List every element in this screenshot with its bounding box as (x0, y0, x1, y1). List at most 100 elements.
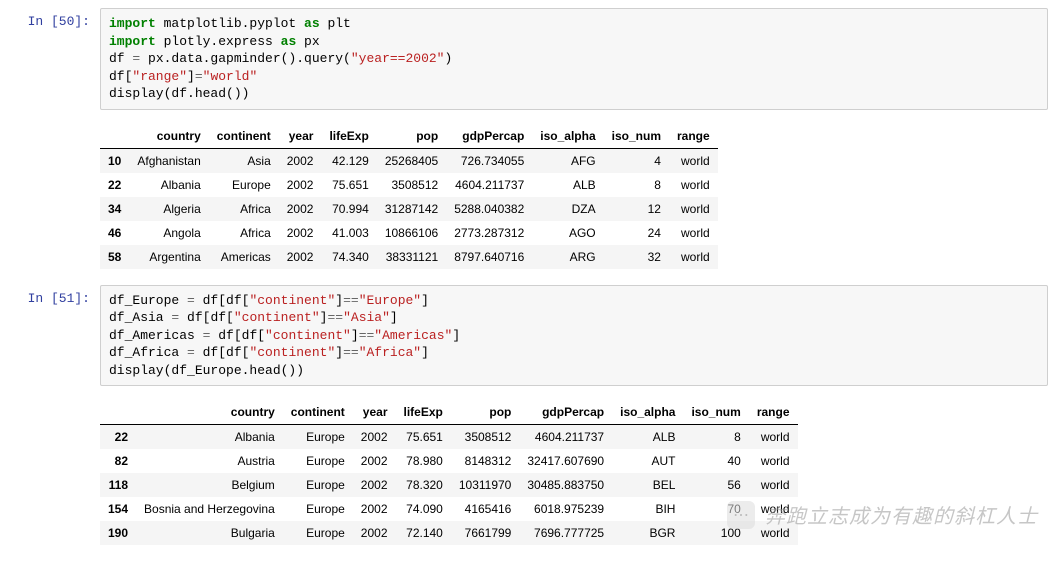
cell: Europe (283, 425, 353, 450)
code-cell: In [51]: df_Europe = df[df["continent"]=… (0, 285, 1058, 387)
column-header: pop (451, 400, 520, 425)
table-row: 34AlgeriaAfrica200270.994312871425288.04… (100, 197, 718, 221)
watermark: ⋯ 奔跑立志成为有趣的斜杠人士 (727, 500, 1038, 529)
wechat-icon: ⋯ (727, 501, 755, 529)
column-header: pop (377, 124, 446, 149)
column-header: iso_alpha (612, 400, 683, 425)
code-cell: In [50]: import matplotlib.pyplot as plt… (0, 8, 1058, 110)
table-row: 10AfghanistanAsia200242.12925268405726.7… (100, 148, 718, 173)
row-index: 118 (100, 473, 136, 497)
column-header: lifeExp (321, 124, 376, 149)
code-input[interactable]: import matplotlib.pyplot as plt import p… (100, 8, 1048, 110)
cell: Albania (136, 425, 283, 450)
cell: 6018.975239 (519, 497, 612, 521)
cell: Americas (209, 245, 279, 269)
cell: 74.340 (321, 245, 376, 269)
input-prompt: In [50]: (0, 8, 100, 110)
cell: 726.734055 (446, 148, 532, 173)
cell: Bosnia and Herzegovina (136, 497, 283, 521)
cell: 7696.777725 (519, 521, 612, 545)
cell: 70.994 (321, 197, 376, 221)
cell: 7661799 (451, 521, 520, 545)
column-header: gdpPercap (519, 400, 612, 425)
cell: 25268405 (377, 148, 446, 173)
cell: 4604.211737 (519, 425, 612, 450)
column-header: range (669, 124, 718, 149)
code-input[interactable]: df_Europe = df[df["continent"]=="Europe"… (100, 285, 1048, 387)
cell: 56 (683, 473, 748, 497)
input-prompt: In [51]: (0, 285, 100, 387)
cell: 2773.287312 (446, 221, 532, 245)
cell: 32 (604, 245, 669, 269)
cell: 74.090 (396, 497, 451, 521)
cell: 12 (604, 197, 669, 221)
cell: Angola (129, 221, 208, 245)
cell: Belgium (136, 473, 283, 497)
cell: 2002 (279, 197, 322, 221)
cell: 2002 (279, 148, 322, 173)
table-row: 22AlbaniaEurope200275.65135085124604.211… (100, 425, 798, 450)
cell: 24 (604, 221, 669, 245)
row-index: 82 (100, 449, 136, 473)
cell: 38331121 (377, 245, 446, 269)
cell: 4604.211737 (446, 173, 532, 197)
output-cell: countrycontinentyearlifeExppopgdpPercapi… (0, 390, 1058, 557)
cell-body: df_Europe = df[df["continent"]=="Europe"… (100, 285, 1058, 387)
cell: 2002 (279, 245, 322, 269)
cell-body: import matplotlib.pyplot as plt import p… (100, 8, 1058, 110)
cell: 10866106 (377, 221, 446, 245)
column-header: iso_num (604, 124, 669, 149)
dataframe-table: countrycontinentyearlifeExppopgdpPercapi… (100, 400, 798, 545)
output-prompt (0, 114, 100, 281)
cell: ALB (532, 173, 603, 197)
cell: 78.320 (396, 473, 451, 497)
cell: 3508512 (451, 425, 520, 450)
output-body: countrycontinentyearlifeExppopgdpPercapi… (100, 114, 1058, 281)
cell: 2002 (279, 173, 322, 197)
cell: 8 (604, 173, 669, 197)
cell: Algeria (129, 197, 208, 221)
cell: BGR (612, 521, 683, 545)
row-index: 22 (100, 425, 136, 450)
cell: DZA (532, 197, 603, 221)
cell: 2002 (279, 221, 322, 245)
column-header: country (136, 400, 283, 425)
table-row: 58ArgentinaAmericas200274.34038331121879… (100, 245, 718, 269)
column-header: year (279, 124, 322, 149)
row-index: 46 (100, 221, 129, 245)
cell: 3508512 (377, 173, 446, 197)
cell: 2002 (353, 473, 396, 497)
cell: Europe (283, 521, 353, 545)
output-cell: countrycontinentyearlifeExppopgdpPercapi… (0, 114, 1058, 281)
column-header: continent (283, 400, 353, 425)
cell: 2002 (353, 497, 396, 521)
output-body: countrycontinentyearlifeExppopgdpPercapi… (100, 390, 1058, 557)
cell: world (749, 425, 798, 450)
column-header: iso_alpha (532, 124, 603, 149)
cell: 5288.040382 (446, 197, 532, 221)
cell: Austria (136, 449, 283, 473)
cell: 8 (683, 425, 748, 450)
column-header: country (129, 124, 208, 149)
cell: 41.003 (321, 221, 376, 245)
cell: 40 (683, 449, 748, 473)
cell: Afghanistan (129, 148, 208, 173)
table-row: 190BulgariaEurope200272.14076617997696.7… (100, 521, 798, 545)
cell: Argentina (129, 245, 208, 269)
row-index: 58 (100, 245, 129, 269)
cell: Bulgaria (136, 521, 283, 545)
column-header: year (353, 400, 396, 425)
cell: Europe (283, 473, 353, 497)
cell: Africa (209, 197, 279, 221)
cell: AFG (532, 148, 603, 173)
cell: AGO (532, 221, 603, 245)
cell: ARG (532, 245, 603, 269)
table-row: 154Bosnia and HerzegovinaEurope200274.09… (100, 497, 798, 521)
cell: 32417.607690 (519, 449, 612, 473)
table-row: 46AngolaAfrica200241.003108661062773.287… (100, 221, 718, 245)
cell: Europe (209, 173, 279, 197)
cell: Africa (209, 221, 279, 245)
cell: Europe (283, 497, 353, 521)
cell: 30485.883750 (519, 473, 612, 497)
notebook-container: In [50]: import matplotlib.pyplot as plt… (0, 8, 1058, 557)
